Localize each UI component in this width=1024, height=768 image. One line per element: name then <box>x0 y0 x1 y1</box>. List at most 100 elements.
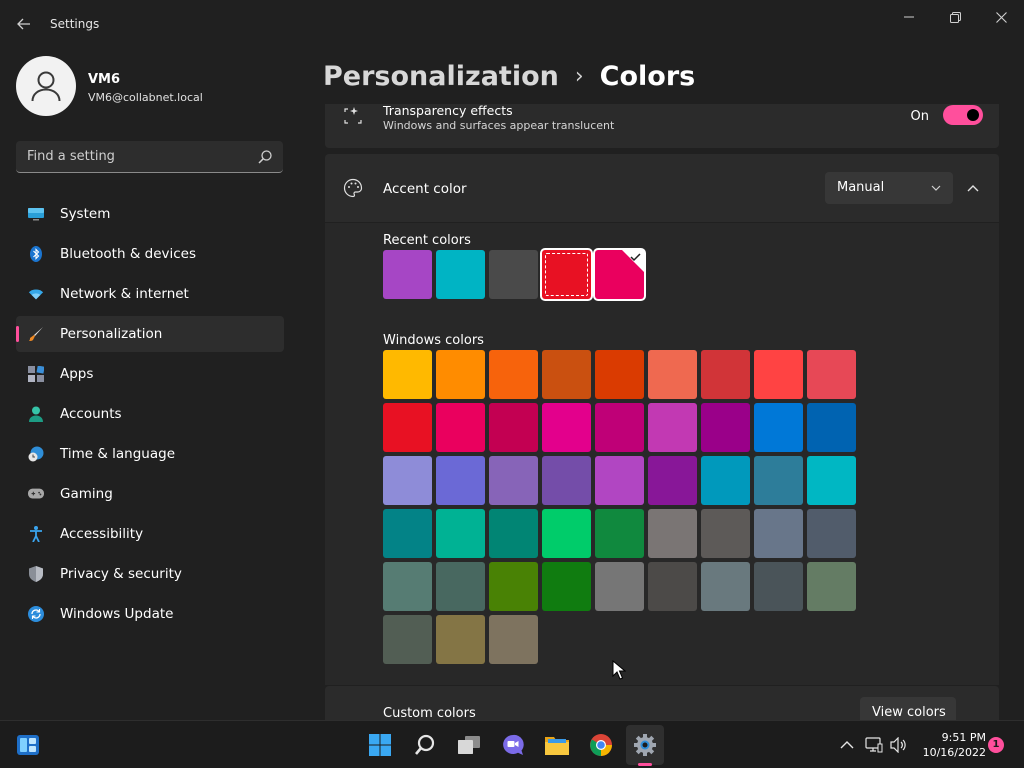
windows-color-swatch[interactable] <box>754 350 803 399</box>
search-placeholder: Find a setting <box>27 149 115 164</box>
windows-color-swatch[interactable] <box>383 562 432 611</box>
windows-color-swatch[interactable] <box>383 615 432 664</box>
sidebar-item-accounts[interactable]: Accounts <box>16 396 284 432</box>
windows-color-swatch[interactable] <box>595 509 644 558</box>
breadcrumb: Personalization › Colors <box>323 58 695 94</box>
windows-color-swatch[interactable] <box>807 562 856 611</box>
widgets-button[interactable] <box>14 731 42 759</box>
sidebar-item-privacy[interactable]: Privacy & security <box>16 556 284 592</box>
windows-color-swatch[interactable] <box>648 456 697 505</box>
windows-color-swatch[interactable] <box>489 456 538 505</box>
windows-color-swatch[interactable] <box>542 403 591 452</box>
custom-colors-row: Custom colors View colors <box>325 686 999 727</box>
sidebar-item-label: Bluetooth & devices <box>60 246 197 262</box>
sidebar-item-network[interactable]: Network & internet <box>16 276 284 312</box>
chevron-right-icon: › <box>574 63 584 89</box>
chrome-button[interactable] <box>587 731 615 759</box>
windows-color-swatch[interactable] <box>436 456 485 505</box>
windows-color-swatch[interactable] <box>807 350 856 399</box>
windows-color-swatch[interactable] <box>383 350 432 399</box>
windows-color-swatch[interactable] <box>489 509 538 558</box>
sidebar-item-personalization[interactable]: Personalization <box>16 316 284 352</box>
windows-color-swatch[interactable] <box>701 350 750 399</box>
windows-color-swatch[interactable] <box>436 350 485 399</box>
windows-color-swatch[interactable] <box>383 456 432 505</box>
profile-email: VM6@collabnet.local <box>88 91 203 104</box>
minimize-icon <box>904 16 914 18</box>
windows-color-swatch[interactable] <box>807 509 856 558</box>
maximize-button[interactable] <box>932 4 978 30</box>
windows-color-swatch[interactable] <box>436 562 485 611</box>
windows-color-swatch[interactable] <box>807 456 856 505</box>
windows-color-swatch[interactable] <box>489 403 538 452</box>
minimize-button[interactable] <box>886 4 932 30</box>
back-button[interactable] <box>12 10 36 38</box>
sidebar-item-gaming[interactable]: Gaming <box>16 476 284 512</box>
sidebar-item-system[interactable]: System <box>16 196 284 232</box>
sidebar-item-accessibility[interactable]: Accessibility <box>16 516 284 552</box>
collapse-button[interactable] <box>963 178 983 198</box>
windows-color-swatch[interactable] <box>383 509 432 558</box>
windows-color-swatch[interactable] <box>595 403 644 452</box>
windows-color-swatch[interactable] <box>701 456 750 505</box>
sidebar-item-bluetooth[interactable]: Bluetooth & devices <box>16 236 284 272</box>
teams-chat-button[interactable] <box>499 731 527 759</box>
windows-color-swatch[interactable] <box>542 562 591 611</box>
clock[interactable]: 9:51 PM 10/16/2022 <box>916 730 986 760</box>
windows-color-swatch[interactable] <box>595 562 644 611</box>
windows-color-swatch[interactable] <box>701 403 750 452</box>
close-button[interactable] <box>978 4 1024 30</box>
taskbar-search-button[interactable] <box>411 731 439 759</box>
recent-color-swatch[interactable] <box>436 250 485 299</box>
show-hidden-icons-button[interactable] <box>838 737 856 753</box>
windows-color-swatch[interactable] <box>542 350 591 399</box>
windows-color-swatch[interactable] <box>489 562 538 611</box>
recent-colors-label: Recent colors <box>383 233 471 248</box>
file-explorer-button[interactable] <box>543 731 571 759</box>
settings-taskbar-button[interactable] <box>631 731 659 759</box>
windows-color-swatch[interactable] <box>754 509 803 558</box>
sidebar-item-time-language[interactable]: Time & language <box>16 436 284 472</box>
windows-color-swatch[interactable] <box>648 350 697 399</box>
windows-color-swatch[interactable] <box>648 403 697 452</box>
mouse-cursor-icon <box>612 660 626 680</box>
windows-color-swatch[interactable] <box>701 562 750 611</box>
windows-color-swatch[interactable] <box>542 456 591 505</box>
task-view-button[interactable] <box>455 731 483 759</box>
sidebar-item-windows-update[interactable]: Windows Update <box>16 596 284 632</box>
windows-color-swatch[interactable] <box>595 350 644 399</box>
windows-color-swatch[interactable] <box>807 403 856 452</box>
windows-color-swatch[interactable] <box>701 509 750 558</box>
windows-color-swatch[interactable] <box>383 403 432 452</box>
windows-color-swatch[interactable] <box>754 403 803 452</box>
windows-color-swatch[interactable] <box>595 456 644 505</box>
recent-color-swatch[interactable] <box>542 250 591 299</box>
windows-color-swatch[interactable] <box>542 509 591 558</box>
sidebar-item-apps[interactable]: Apps <box>16 356 284 392</box>
transparency-toggle[interactable] <box>943 105 983 125</box>
volume-tray-button[interactable] <box>890 737 908 753</box>
person-icon <box>31 71 61 102</box>
windows-color-swatch[interactable] <box>436 509 485 558</box>
windows-color-swatch[interactable] <box>489 350 538 399</box>
windows-color-swatch[interactable] <box>436 403 485 452</box>
windows-color-swatch[interactable] <box>489 615 538 664</box>
windows-color-swatch[interactable] <box>754 456 803 505</box>
notification-badge[interactable]: 1 <box>988 737 1004 753</box>
close-icon <box>995 11 1007 23</box>
brush-icon <box>28 326 44 342</box>
search-input[interactable]: Find a setting <box>16 141 283 173</box>
network-tray-button[interactable] <box>865 737 883 753</box>
accent-mode-dropdown[interactable]: Manual <box>825 172 953 204</box>
recent-color-swatch[interactable] <box>595 250 644 299</box>
monitor-icon <box>28 206 44 222</box>
start-button[interactable] <box>366 731 394 759</box>
windows-color-swatch[interactable] <box>648 509 697 558</box>
recent-color-swatch[interactable] <box>383 250 432 299</box>
recent-color-swatch[interactable] <box>489 250 538 299</box>
breadcrumb-parent[interactable]: Personalization <box>323 61 559 92</box>
windows-color-swatch[interactable] <box>436 615 485 664</box>
user-profile[interactable]: VM6 VM6@collabnet.local <box>16 56 296 120</box>
windows-color-swatch[interactable] <box>754 562 803 611</box>
windows-color-swatch[interactable] <box>648 562 697 611</box>
